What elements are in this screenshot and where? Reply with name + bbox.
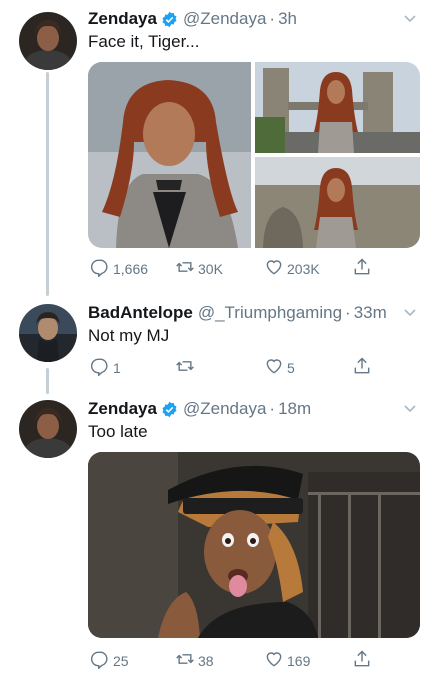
- tweet[interactable]: Zendaya @Zendaya · 3h Face it, Tiger...: [0, 0, 438, 290]
- separator-dot: ·: [345, 303, 351, 322]
- photo[interactable]: [88, 62, 251, 248]
- share-button[interactable]: [352, 649, 372, 674]
- display-name[interactable]: Zendaya: [88, 9, 157, 29]
- display-name[interactable]: BadAntelope: [88, 303, 193, 323]
- verified-badge-icon: [161, 11, 178, 28]
- heart-icon: [264, 649, 284, 674]
- retweet-icon: [175, 356, 195, 381]
- timestamp[interactable]: 18m: [278, 399, 311, 419]
- retweet-count: 38: [198, 653, 214, 669]
- media-photo[interactable]: [88, 452, 420, 638]
- chevron-down-icon[interactable]: [402, 10, 418, 26]
- reply-count: 25: [113, 653, 129, 669]
- separator-dot: ·: [269, 399, 276, 418]
- share-icon: [352, 649, 372, 674]
- tweet[interactable]: Zendaya @Zendaya · 18m Too late 25 38 16…: [0, 392, 438, 680]
- like-button[interactable]: 5: [264, 357, 295, 379]
- like-count: 169: [287, 653, 311, 669]
- handle[interactable]: @Zendaya: [183, 9, 266, 29]
- share-icon: [352, 257, 372, 282]
- chevron-down-icon[interactable]: [402, 304, 418, 320]
- like-button[interactable]: 203K: [264, 258, 320, 280]
- reply-button[interactable]: 1,666: [90, 258, 148, 280]
- reply-icon: [90, 356, 110, 381]
- display-name[interactable]: Zendaya: [88, 399, 157, 419]
- avatar[interactable]: [19, 304, 77, 362]
- avatar[interactable]: [19, 12, 77, 70]
- share-button[interactable]: [352, 356, 372, 381]
- tweet[interactable]: BadAntelope @_Triumphgaming · 33m Not my…: [0, 296, 438, 392]
- separator-dot: ·: [269, 9, 276, 28]
- retweet-button[interactable]: 30K: [175, 258, 223, 280]
- avatar[interactable]: [19, 400, 77, 458]
- retweet-button[interactable]: [175, 357, 198, 379]
- like-count: 203K: [287, 261, 320, 277]
- verified-badge-icon: [161, 401, 178, 418]
- reply-icon: [90, 649, 110, 674]
- tweet-text: Face it, Tiger...: [88, 32, 200, 51]
- share-icon: [352, 356, 372, 381]
- tweet-text: Too late: [88, 422, 148, 441]
- reply-button[interactable]: 25: [90, 650, 129, 672]
- media-grid[interactable]: [88, 62, 420, 248]
- photo[interactable]: [255, 62, 420, 153]
- retweet-button[interactable]: 38: [175, 650, 214, 672]
- chevron-down-icon[interactable]: [402, 400, 418, 416]
- reply-count: 1: [113, 360, 121, 376]
- handle[interactable]: @Zendaya: [183, 399, 266, 419]
- timestamp[interactable]: 33m: [354, 303, 387, 323]
- reply-button[interactable]: 1: [90, 357, 121, 379]
- timestamp[interactable]: 3h: [278, 9, 297, 29]
- heart-icon: [264, 257, 284, 282]
- reply-count: 1,666: [113, 261, 149, 277]
- like-button[interactable]: 169: [264, 650, 310, 672]
- retweet-icon: [175, 257, 195, 282]
- heart-icon: [264, 356, 284, 381]
- retweet-count: 30K: [198, 261, 223, 277]
- share-button[interactable]: [352, 257, 372, 282]
- handle[interactable]: @_Triumphgaming: [198, 303, 342, 323]
- tweet-text: Not my MJ: [88, 326, 170, 345]
- photo[interactable]: [255, 157, 420, 248]
- like-count: 5: [287, 360, 295, 376]
- reply-icon: [90, 257, 110, 282]
- retweet-icon: [175, 649, 195, 674]
